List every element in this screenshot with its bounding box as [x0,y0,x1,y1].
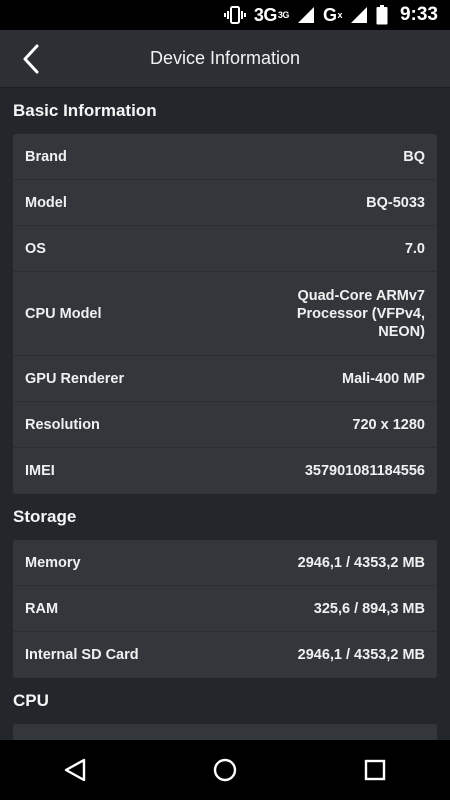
nav-recents-button[interactable] [345,745,405,795]
signal-1-icon [297,6,315,24]
row-label: Brand [25,148,67,165]
recents-square-icon [364,759,386,781]
row-label: Internal SD Card [25,647,139,663]
info-row-model: Model BQ-5033 [13,180,437,226]
clock: 9:33 [399,4,438,25]
row-label: CPU Model [25,305,102,322]
row-value: 2946,1 / 4353,2 MB [297,647,425,663]
row-value: 7.0 [404,240,425,257]
network-g-sup: x [337,10,342,20]
network-3g-label: 3G [253,4,278,25]
app-bar: Device Information [0,30,450,88]
network-3g-sup: 3G [277,10,290,20]
row-label: Model [25,194,67,211]
info-row-brand: Brand BQ [13,134,437,180]
nav-back-button[interactable] [45,745,105,795]
info-row-gpu-renderer: GPU Renderer Mali-400 MP [13,356,437,402]
row-value: Mali-400 MP [342,370,425,387]
back-button[interactable] [14,40,48,78]
storage-card: Memory 2946,1 / 4353,2 MB RAM 325,6 / 89… [13,540,437,678]
row-label: Memory [25,554,81,571]
chevron-left-icon [23,44,39,74]
battery-icon [376,5,388,25]
info-row-os: OS 7.0 [13,226,437,272]
back-triangle-icon [64,758,86,782]
section-title-cpu: CPU [13,691,49,710]
row-label: IMEI [25,463,55,479]
home-circle-icon [213,758,237,782]
info-row-cpu-model: CPU Model Quad-Core ARMv7 Processor (VFP… [13,272,437,356]
page-title: Device Information [149,48,301,68]
row-label: GPU Renderer [25,370,125,387]
row-value: BQ-5033 [366,194,425,211]
network-3g-indicator: 3G 3G [253,4,290,26]
nav-home-button[interactable] [195,745,255,795]
status-bar: 3G 3G Gx 9:33 [0,0,450,30]
row-value: 720 x 1280 [352,416,425,433]
section-title-basic: Basic Information [13,101,157,120]
navigation-bar [0,740,450,800]
signal-2-icon [350,6,368,24]
row-value: 357901081184556 [304,463,425,479]
info-row-memory: Memory 2946,1 / 4353,2 MB [13,540,437,586]
section-title-storage: Storage [13,507,77,526]
row-value: 325,6 / 894,3 MB [313,600,425,617]
info-row-resolution: Resolution 720 x 1280 [13,402,437,448]
row-label: Resolution [25,416,100,433]
row-label: OS [25,240,46,257]
info-row-ram: RAM 325,6 / 894,3 MB [13,586,437,632]
network-g-label: G [322,4,337,25]
row-label: RAM [25,600,59,617]
row-value: 2946,1 / 4353,2 MB [297,554,425,571]
network-g-indicator: Gx [323,5,342,26]
row-value: BQ [403,148,425,165]
basic-info-card: Brand BQ Model BQ-5033 OS 7.0 CPU Model … [13,134,437,494]
vibrate-icon [223,6,246,24]
row-value: Quad-Core ARMv7 Processor (VFPv4, NEON) [296,287,425,340]
device-info-content[interactable]: Basic Information Brand BQ Model BQ-5033… [0,88,450,740]
info-row-imei: IMEI 357901081184556 [13,448,437,494]
info-row-internal-sd: Internal SD Card 2946,1 / 4353,2 MB [13,632,437,678]
cpu-card [13,724,437,740]
